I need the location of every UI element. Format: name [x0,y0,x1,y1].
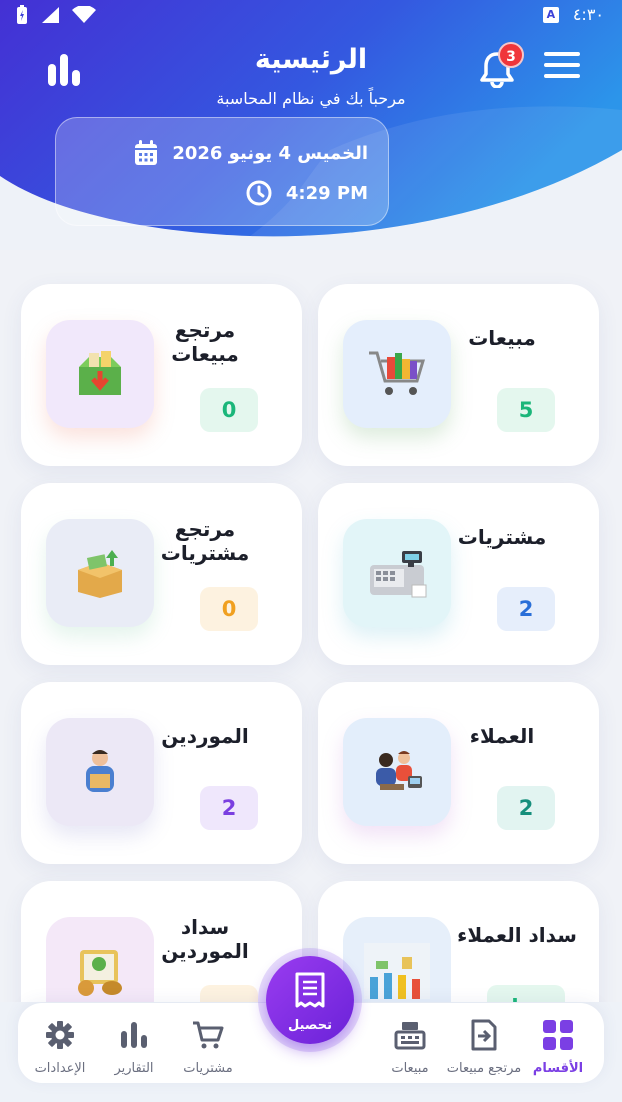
battery-icon [16,5,28,29]
nav-label: مشتريات [183,1061,233,1076]
wifi-icon [72,5,96,28]
card-suppliers[interactable]: الموردين 2 [21,682,302,864]
card-title: مبيعات [468,326,536,350]
nav-sections[interactable]: الأقسام [518,1019,598,1076]
card-sales[interactable]: مبيعات 5 [318,284,599,466]
money-box-icon [46,519,154,627]
card-title: مرتجع مشتريات [160,517,250,565]
count-badge: 0 [200,388,258,432]
nav-label: التقارير [114,1061,154,1076]
card-title: سداد الموردين [161,915,249,963]
receipt-icon [295,972,325,1008]
card-sales-return[interactable]: مرتجع مبيعات 0 [21,284,302,466]
card-purchases[interactable]: مشتريات 2 [318,483,599,665]
clock-icon [246,180,272,206]
signal-icon [40,6,60,28]
gear-icon [46,1021,74,1049]
nav-label: مرتجع مبيعات [446,1061,522,1076]
card-title: الموردين [161,724,249,748]
collect-fab[interactable]: تحصيل [258,948,362,1052]
notifications-button[interactable]: 3 [480,42,524,89]
card-title: مشتريات [457,525,547,549]
reports-chart-icon [121,1022,147,1048]
count-badge: 2 [200,786,258,830]
return-document-icon [471,1019,497,1051]
time-text: 4:29 PM [285,182,368,204]
card-title: العملاء [469,724,535,748]
nav-label: مبيعات [391,1061,429,1076]
nav-settings[interactable]: الإعدادات [20,1019,100,1076]
count-badge: 5 [497,388,555,432]
customers-icon [343,718,451,826]
count-badge: 2 [497,587,555,631]
header: الرئيسية مرحباً بك في نظام المحاسبة 3 ال… [0,0,622,250]
register-icon [394,1022,426,1050]
nav-sales-return[interactable]: مرتجع مبيعات [442,1019,526,1076]
count-badge: 0 [200,587,258,631]
collect-label: تحصيل [288,1018,332,1033]
grid-icon [543,1020,573,1050]
calendar-icon [135,140,158,165]
card-customers[interactable]: العملاء 2 [318,682,599,864]
menu-button[interactable] [544,52,580,82]
nav-sales[interactable]: مبيعات [370,1019,450,1076]
notification-badge: 3 [498,42,524,68]
card-title: سداد العملاء [457,923,577,947]
card-title: مرتجع مبيعات [171,318,239,366]
cash-register-icon [343,519,451,627]
page-title: الرئيسية [254,44,368,75]
date-text: الخميس 4 يونيو 2026 [172,142,368,164]
keyboard-a-icon: A [542,6,559,23]
return-box-icon [46,320,154,428]
nav-label: الأقسام [532,1061,584,1076]
collect-button[interactable]: تحصيل [266,956,354,1044]
count-badge: 2 [497,786,555,830]
cart-icon [193,1021,224,1049]
status-bar: A ٤:٣٠ [0,0,622,30]
nav-reports[interactable]: التقارير [94,1019,174,1076]
nav-purchases[interactable]: مشتريات [168,1019,248,1076]
supplier-icon [46,718,154,826]
page-subtitle: مرحباً بك في نظام المحاسبة [216,89,406,108]
nav-label: الإعدادات [34,1061,86,1076]
clock-text: ٤:٣٠ [572,5,604,24]
shopping-cart-icon [343,320,451,428]
card-purchases-return[interactable]: مرتجع مشتريات 0 [21,483,302,665]
date-time-card: الخميس 4 يونيو 2026 4:29 PM [55,117,389,226]
